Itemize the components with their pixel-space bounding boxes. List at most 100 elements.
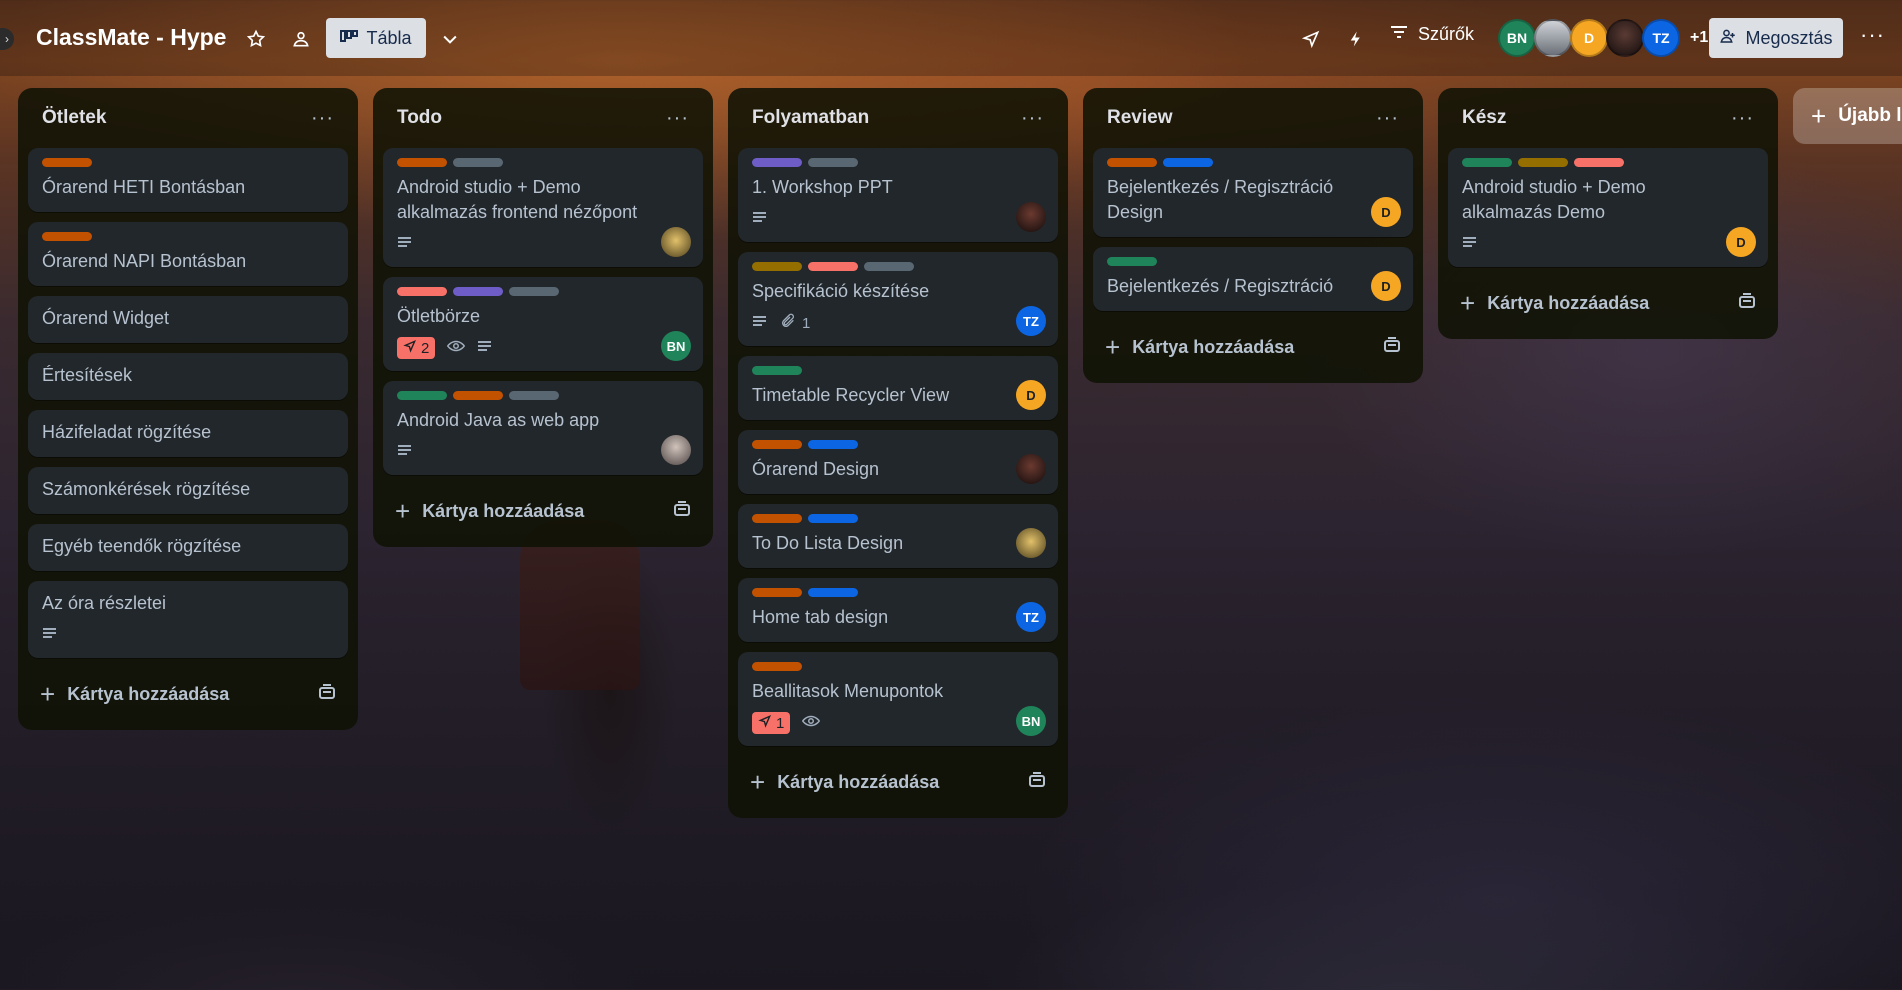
votes-badge[interactable]: 1 <box>752 712 791 734</box>
card-label[interactable] <box>397 158 447 167</box>
list-column[interactable]: Todo ··· Android studio + Demo alkalmazás … <box>373 88 713 547</box>
card-label[interactable] <box>1574 158 1624 167</box>
board-members[interactable]: BN D TZ +1 <box>1498 19 1708 57</box>
member-avatar[interactable]: D <box>1570 19 1608 57</box>
filters-button[interactable]: Szűrők <box>1390 24 1474 45</box>
card[interactable]: Órarend HETI Bontásban <box>28 148 348 212</box>
add-card-button[interactable]: + Kártya hozzáadása <box>28 668 348 720</box>
list-menu-icon[interactable]: ··· <box>1021 107 1044 130</box>
card-label[interactable] <box>397 287 447 296</box>
card[interactable]: Egyéb teendők rögzítése <box>28 524 348 571</box>
list-column[interactable]: Folyamatban ··· 1. Workshop PPT Specifikáci… <box>728 88 1068 818</box>
card-label[interactable] <box>1107 158 1157 167</box>
list-menu-icon[interactable]: ··· <box>666 107 689 130</box>
card[interactable]: Specifikáció készítése 1 TZ <box>738 252 1058 346</box>
add-card-button[interactable]: + Kártya hozzáadása <box>1093 321 1413 373</box>
card-member-avatar[interactable]: BN <box>661 331 691 361</box>
card[interactable]: Értesítések <box>28 353 348 400</box>
card-label[interactable] <box>42 232 92 241</box>
list-menu-icon[interactable]: ··· <box>1731 107 1754 130</box>
list-column[interactable]: Ötletek ··· Órarend HETI Bontásban Órarend … <box>18 88 358 730</box>
member-avatar-photo[interactable] <box>1606 19 1644 57</box>
card-label[interactable] <box>42 158 92 167</box>
card-member-avatar[interactable]: TZ <box>1016 602 1046 632</box>
card-label[interactable] <box>752 366 802 375</box>
member-avatar-photo[interactable] <box>1534 19 1572 57</box>
card-member-avatar-photo[interactable] <box>661 435 691 465</box>
card-label[interactable] <box>808 262 858 271</box>
votes-badge[interactable]: 2 <box>397 337 436 359</box>
chevron-down-icon[interactable] <box>437 26 463 52</box>
card-label[interactable] <box>808 514 858 523</box>
card[interactable]: Bejelentkezés / Regisztráció D <box>1093 247 1413 311</box>
card-label[interactable] <box>752 262 802 271</box>
card-label[interactable] <box>808 440 858 449</box>
create-from-template-icon[interactable] <box>1028 771 1046 793</box>
star-icon[interactable] <box>243 26 269 52</box>
member-avatar[interactable]: TZ <box>1642 19 1680 57</box>
card-label[interactable] <box>453 287 503 296</box>
card[interactable]: Házifeladat rögzítése <box>28 410 348 457</box>
card[interactable]: Android studio + Demo alkalmazás Demo D <box>1448 148 1768 267</box>
card-label[interactable] <box>752 440 802 449</box>
card[interactable]: Bejelentkezés / Regisztráció Design D <box>1093 148 1413 237</box>
card[interactable]: Számonkérések rögzítése <box>28 467 348 514</box>
card[interactable]: 1. Workshop PPT <box>738 148 1058 242</box>
card[interactable]: Android studio + Demo alkalmazás fronten… <box>383 148 703 267</box>
card[interactable]: Beallitasok Menupontok 1 BN <box>738 652 1058 746</box>
list-title[interactable]: Folyamatban <box>752 107 869 129</box>
sidebar-expand-icon[interactable]: › <box>0 28 14 50</box>
automation-icon[interactable] <box>1343 26 1369 52</box>
list-title[interactable]: Kész <box>1462 107 1506 129</box>
card-label[interactable] <box>752 662 802 671</box>
card[interactable]: Android Java as web app <box>383 381 703 475</box>
list-column[interactable]: Kész ··· Android studio + Demo alkalmazás … <box>1438 88 1778 339</box>
card-member-avatar-photo[interactable] <box>661 227 691 257</box>
card-label[interactable] <box>1107 257 1157 266</box>
card-label[interactable] <box>808 158 858 167</box>
card-member-avatar-photo[interactable] <box>1016 454 1046 484</box>
card-member-avatar-photo[interactable] <box>1016 202 1046 232</box>
create-from-template-icon[interactable] <box>1738 292 1756 314</box>
card-label[interactable] <box>752 588 802 597</box>
board-title[interactable]: ClassMate - Hype <box>36 24 226 51</box>
card[interactable]: Órarend Design <box>738 430 1058 494</box>
card[interactable]: Az óra részletei <box>28 581 348 658</box>
card-member-avatar[interactable]: D <box>1726 227 1756 257</box>
card[interactable]: Órarend NAPI Bontásban <box>28 222 348 286</box>
list-title[interactable]: Ötletek <box>42 107 106 129</box>
add-card-button[interactable]: + Kártya hozzáadása <box>738 756 1058 808</box>
list-title[interactable]: Todo <box>397 107 442 129</box>
workspace-visibility-icon[interactable] <box>288 26 314 52</box>
card-label[interactable] <box>509 391 559 400</box>
card-label[interactable] <box>1163 158 1213 167</box>
share-button[interactable]: Megosztás <box>1709 18 1843 58</box>
card-label[interactable] <box>453 158 503 167</box>
card-member-avatar[interactable]: D <box>1371 197 1401 227</box>
members-more-count[interactable]: +1 <box>1690 29 1708 47</box>
card[interactable]: Ötletbörze 2 BN <box>383 277 703 371</box>
add-list-button[interactable]: + Újabb lis <box>1793 88 1902 144</box>
card-label[interactable] <box>509 287 559 296</box>
list-menu-icon[interactable]: ··· <box>311 107 334 130</box>
card-label[interactable] <box>1462 158 1512 167</box>
card[interactable]: Órarend Widget <box>28 296 348 343</box>
card-label[interactable] <box>752 158 802 167</box>
card-member-avatar[interactable]: D <box>1371 271 1401 301</box>
card-label[interactable] <box>864 262 914 271</box>
board-menu-icon[interactable]: ··· <box>1860 22 1885 48</box>
card-member-avatar[interactable]: TZ <box>1016 306 1046 336</box>
create-from-template-icon[interactable] <box>673 500 691 522</box>
card-label[interactable] <box>453 391 503 400</box>
create-from-template-icon[interactable] <box>318 683 336 705</box>
card-label[interactable] <box>1518 158 1568 167</box>
card-label[interactable] <box>808 588 858 597</box>
board-view-button[interactable]: Tábla <box>326 18 426 58</box>
list-menu-icon[interactable]: ··· <box>1376 107 1399 130</box>
add-card-button[interactable]: + Kártya hozzáadása <box>1448 277 1768 329</box>
list-column[interactable]: Review ··· Bejelentkezés / Regisztráció De… <box>1083 88 1423 383</box>
add-card-button[interactable]: + Kártya hozzáadása <box>383 485 703 537</box>
card-member-avatar-photo[interactable] <box>1016 528 1046 558</box>
power-ups-icon[interactable] <box>1298 26 1324 52</box>
create-from-template-icon[interactable] <box>1383 336 1401 358</box>
